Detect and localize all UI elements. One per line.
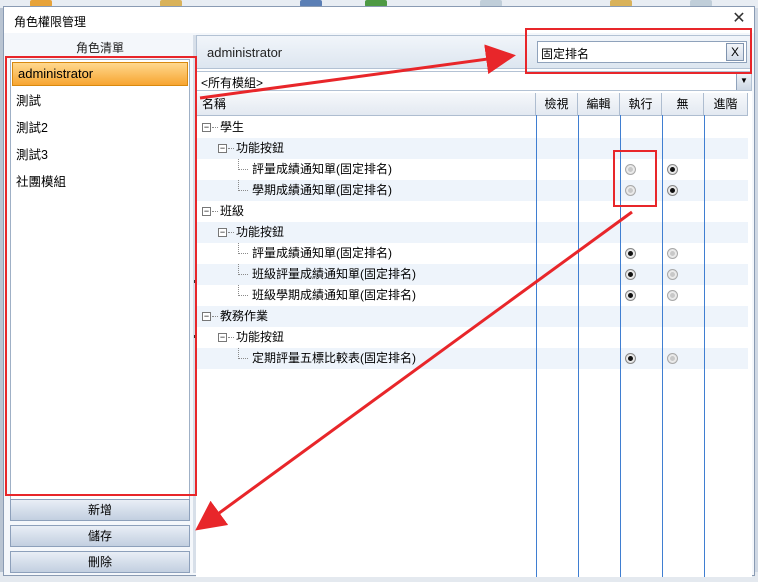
none-radio[interactable]	[667, 353, 678, 364]
tree-group-label: 功能按鈕	[236, 225, 285, 239]
table-row[interactable]: − 學生	[196, 117, 748, 138]
grid-column-line	[662, 115, 663, 577]
grid-column-line	[536, 115, 537, 577]
none-radio[interactable]	[667, 164, 678, 175]
tree-connector	[238, 274, 248, 275]
table-row[interactable]: 定期評量五標比較表(固定排名)	[196, 348, 748, 369]
none-radio[interactable]	[667, 290, 678, 301]
permission-item-label: 評量成績通知單(固定排名)	[252, 246, 392, 260]
permission-panel: administrator 固定排名 X <所有模組> ▼ 名稱 檢視 編輯 執…	[196, 35, 752, 577]
grid-header: 名稱 檢視 編輯 執行 無 進階	[196, 93, 748, 116]
none-radio[interactable]	[667, 269, 678, 280]
tree-collapse-icon[interactable]: −	[202, 207, 211, 216]
tree-group-label: 學生	[220, 120, 245, 134]
annotation-box-execute-column	[613, 150, 657, 207]
column-header-none[interactable]: 無	[662, 93, 704, 115]
table-row[interactable]: − 功能按鈕	[196, 138, 748, 159]
tree-group-label: 功能按鈕	[236, 330, 285, 344]
tree-collapse-icon[interactable]: −	[202, 123, 211, 132]
permission-item-label: 班級學期成績通知單(固定排名)	[252, 288, 416, 302]
grid-column-line	[578, 115, 579, 577]
table-row[interactable]: 評量成績通知單(固定排名)	[196, 243, 748, 264]
column-header-name[interactable]: 名稱	[196, 93, 536, 115]
save-button[interactable]: 儲存	[10, 525, 190, 547]
table-row[interactable]: − 功能按鈕	[196, 327, 748, 348]
delete-button[interactable]: 刪除	[10, 551, 190, 573]
column-header-edit[interactable]: 編輯	[578, 93, 620, 115]
tree-connector	[238, 358, 248, 359]
annotation-box-search	[525, 28, 752, 74]
annotation-box-role-list	[5, 56, 197, 496]
table-row[interactable]: − 教務作業	[196, 306, 748, 327]
role-list-header: 角色清單	[75, 41, 124, 55]
tree-connector	[228, 232, 234, 233]
execute-radio[interactable]	[625, 248, 636, 259]
tree-group-label: 功能按鈕	[236, 141, 285, 155]
column-header-execute[interactable]: 執行	[620, 93, 662, 115]
tree-collapse-icon[interactable]: −	[218, 228, 227, 237]
none-radio[interactable]	[667, 248, 678, 259]
tree-group-label: 班級	[220, 204, 245, 218]
tree-connector	[228, 148, 234, 149]
tree-connector	[212, 316, 218, 317]
tree-connector	[238, 190, 248, 191]
execute-radio[interactable]	[625, 269, 636, 280]
grid-column-line	[704, 115, 705, 577]
permission-item-label: 定期評量五標比較表(固定排名)	[252, 351, 416, 365]
tree-collapse-icon[interactable]: −	[218, 144, 227, 153]
tree-connector	[228, 337, 234, 338]
table-row[interactable]: 班級評量成績通知單(固定排名)	[196, 264, 748, 285]
tree-connector	[212, 211, 218, 212]
permission-item-label: 班級評量成績通知單(固定排名)	[252, 267, 416, 281]
module-filter-value: <所有模組>	[201, 76, 264, 90]
tree-collapse-icon[interactable]: −	[218, 333, 227, 342]
none-radio[interactable]	[667, 185, 678, 196]
tree-connector	[238, 169, 248, 170]
close-icon[interactable]: ✕	[730, 10, 748, 28]
execute-radio[interactable]	[625, 290, 636, 301]
tree-group-label: 教務作業	[220, 309, 269, 323]
permission-grid: 名稱 檢視 編輯 執行 無 進階 − 學生 − 功能按鈕 評量成績通知單(固定排名) 學期…	[196, 93, 748, 577]
module-filter-select[interactable]: <所有模組> ▼	[196, 71, 752, 91]
dialog-title: 角色權限管理	[14, 15, 87, 29]
tree-collapse-icon[interactable]: −	[202, 312, 211, 321]
chevron-down-icon[interactable]: ▼	[736, 72, 751, 90]
column-header-advanced[interactable]: 進階	[704, 93, 748, 115]
column-header-view[interactable]: 檢視	[536, 93, 578, 115]
tree-connector	[238, 253, 248, 254]
table-row[interactable]: 學期成績通知單(固定排名)	[196, 180, 748, 201]
permission-item-label: 評量成績通知單(固定排名)	[252, 162, 392, 176]
selected-role-title: administrator	[207, 45, 283, 60]
add-role-button[interactable]: 新增	[10, 499, 190, 521]
table-row[interactable]: 評量成績通知單(固定排名)	[196, 159, 748, 180]
table-row[interactable]: − 班級	[196, 201, 748, 222]
tree-connector	[238, 295, 248, 296]
tree-connector	[212, 127, 218, 128]
execute-radio[interactable]	[625, 353, 636, 364]
permission-item-label: 學期成績通知單(固定排名)	[252, 183, 392, 197]
table-row[interactable]: − 功能按鈕	[196, 222, 748, 243]
table-row[interactable]: 班級學期成績通知單(固定排名)	[196, 285, 748, 306]
